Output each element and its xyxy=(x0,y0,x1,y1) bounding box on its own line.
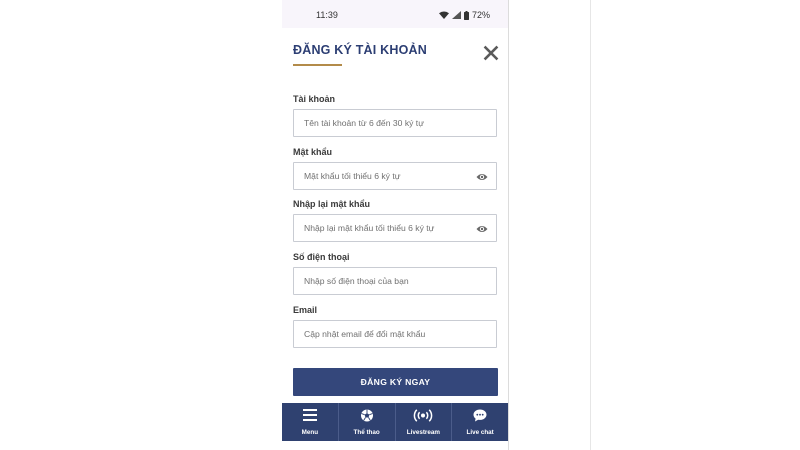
nav-item-live-chat[interactable]: Live chat xyxy=(452,403,508,441)
menu-icon xyxy=(302,409,317,421)
email-label: Email xyxy=(293,305,318,315)
battery-icon xyxy=(463,10,469,20)
password-input[interactable] xyxy=(294,163,496,189)
phone-label: Số điện thoại xyxy=(293,252,350,262)
wifi-icon xyxy=(438,11,449,19)
signal-icon xyxy=(451,11,461,19)
eye-icon[interactable] xyxy=(476,224,488,234)
battery-percent: 72% xyxy=(471,10,490,20)
page-divider xyxy=(590,0,591,450)
eye-icon[interactable] xyxy=(476,172,488,182)
status-bar: 11:39 72% xyxy=(282,0,508,28)
bottom-nav: Menu Thể thao Livestream Live chat xyxy=(282,403,508,441)
chat-bubble-icon xyxy=(473,409,487,422)
phone-input[interactable] xyxy=(294,268,496,294)
broadcast-icon xyxy=(414,409,433,422)
confirm-password-input[interactable] xyxy=(294,215,496,241)
register-button[interactable]: ĐĂNG KÝ NGAY xyxy=(293,368,498,396)
phone-screen: 11:39 72% ĐĂNG KÝ TÀI KHOẢN Tài khoản Mậ… xyxy=(282,0,509,450)
email-field xyxy=(293,320,497,348)
password-field xyxy=(293,162,497,190)
username-label: Tài khoản xyxy=(293,94,336,104)
nav-label: Thể thao xyxy=(353,429,380,436)
phone-field xyxy=(293,267,497,295)
close-icon[interactable] xyxy=(483,45,499,61)
page-title: ĐĂNG KÝ TÀI KHOẢN xyxy=(293,43,427,57)
confirm-password-label: Nhập lại mật khẩu xyxy=(293,199,371,209)
status-icons: 72% xyxy=(438,10,490,20)
soccer-ball-icon xyxy=(360,409,373,422)
nav-label: Livestream xyxy=(406,429,440,436)
username-field xyxy=(293,109,497,137)
password-label: Mật khẩu xyxy=(293,147,333,157)
nav-item-menu[interactable]: Menu xyxy=(282,403,339,441)
nav-label: Menu xyxy=(301,429,319,436)
nav-item-sports[interactable]: Thể thao xyxy=(339,403,396,441)
title-underline xyxy=(293,64,342,66)
nav-item-livestream[interactable]: Livestream xyxy=(396,403,453,441)
username-input[interactable] xyxy=(294,110,496,136)
nav-label: Live chat xyxy=(466,429,494,436)
email-input[interactable] xyxy=(294,321,496,347)
status-time: 11:39 xyxy=(316,10,338,20)
confirm-password-field xyxy=(293,214,497,242)
